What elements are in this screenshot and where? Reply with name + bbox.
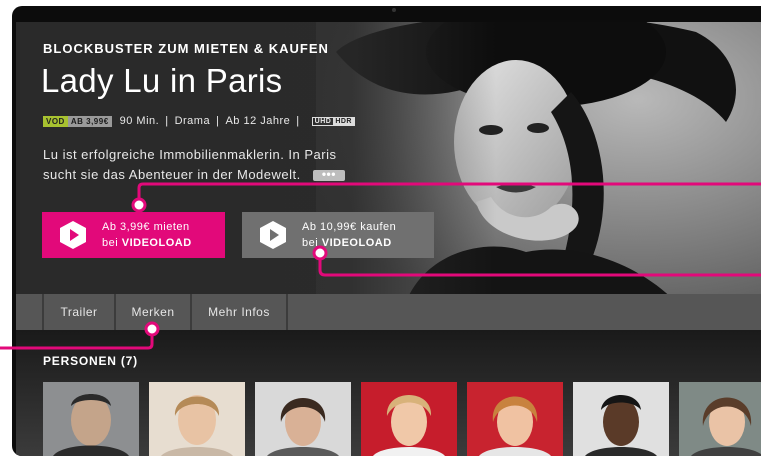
price-badge: AB 3,99€: [67, 115, 112, 127]
separator: |: [165, 115, 169, 127]
rent-provider-name: VIDEOLOAD: [121, 237, 192, 249]
tab-merken[interactable]: Merken: [116, 294, 192, 330]
play-icon: [60, 221, 86, 249]
rent-label: Ab 3,99€ mieten bei VIDEOLOAD: [102, 219, 192, 251]
tab-spacer: [16, 294, 44, 330]
person-card[interactable]: [573, 382, 669, 456]
description-text: sucht sie das Abenteuer in der Modewelt.: [43, 167, 301, 182]
person-card[interactable]: [43, 382, 139, 456]
tab-trailer[interactable]: Trailer: [44, 294, 116, 330]
buy-label: Ab 10,99€ kaufen bei VIDEOLOAD: [302, 219, 396, 251]
hero-banner: BLOCKBUSTER ZUM MIETEN & KAUFEN Lady Lu …: [16, 22, 761, 302]
person-portrait: [361, 382, 457, 456]
camera-dot: [392, 8, 396, 12]
tv-screen: BLOCKBUSTER ZUM MIETEN & KAUFEN Lady Lu …: [16, 22, 761, 456]
rent-price: Ab 3,99€ mieten: [102, 221, 190, 233]
persons-section: PERSONEN (7): [16, 330, 761, 456]
person-card[interactable]: [149, 382, 245, 456]
movie-title: Lady Lu in Paris: [41, 62, 283, 99]
buy-provider-prefix: bei: [302, 237, 322, 249]
meta-row: VOD AB 3,99€ 90 Min. | Drama | Ab 12 Jah…: [43, 115, 355, 127]
buy-price: Ab 10,99€ kaufen: [302, 221, 397, 233]
play-icon: [260, 221, 286, 249]
person-portrait: [679, 382, 761, 456]
separator: |: [296, 115, 300, 127]
duration: 90 Min.: [119, 115, 160, 127]
age-rating: Ab 12 Jahre: [225, 115, 291, 127]
tab-bar: Trailer Merken Mehr Infos: [16, 294, 761, 330]
buy-button[interactable]: Ab 10,99€ kaufen bei VIDEOLOAD: [242, 212, 434, 258]
person-card[interactable]: [679, 382, 761, 456]
person-portrait: [149, 382, 245, 456]
description-line: Lu ist erfolgreiche Immobilienmaklerin. …: [43, 147, 337, 162]
buy-provider: bei VIDEOLOAD: [302, 235, 396, 251]
separator: |: [216, 115, 220, 127]
buy-provider-name: VIDEOLOAD: [321, 237, 392, 249]
person-portrait: [255, 382, 351, 456]
person-card[interactable]: [361, 382, 457, 456]
person-portrait: [43, 382, 139, 456]
person-card[interactable]: [255, 382, 351, 456]
person-card[interactable]: [467, 382, 563, 456]
hdr-label: HDR: [333, 117, 354, 125]
vod-badge: VOD: [43, 115, 68, 127]
rent-button[interactable]: Ab 3,99€ mieten bei VIDEOLOAD: [42, 212, 225, 258]
tv-frame: BLOCKBUSTER ZUM MIETEN & KAUFEN Lady Lu …: [12, 6, 761, 456]
uhd-label: UHD: [314, 117, 332, 125]
rent-provider-prefix: bei: [102, 237, 122, 249]
tab-mehr-infos[interactable]: Mehr Infos: [192, 294, 288, 330]
genre: Drama: [174, 115, 211, 127]
section-label: BLOCKBUSTER ZUM MIETEN & KAUFEN: [43, 41, 329, 56]
uhd-hdr-badge: UHD HDR: [311, 116, 355, 126]
description-line: sucht sie das Abenteuer in der Modewelt.…: [43, 165, 403, 185]
more-dots: •••: [321, 167, 336, 182]
persons-row: [43, 382, 761, 456]
more-button[interactable]: •••: [312, 167, 345, 182]
rent-provider: bei VIDEOLOAD: [102, 235, 192, 251]
description: Lu ist erfolgreiche Immobilienmaklerin. …: [43, 145, 403, 185]
person-portrait: [467, 382, 563, 456]
person-portrait: [573, 382, 669, 456]
persons-heading: PERSONEN (7): [43, 354, 138, 368]
